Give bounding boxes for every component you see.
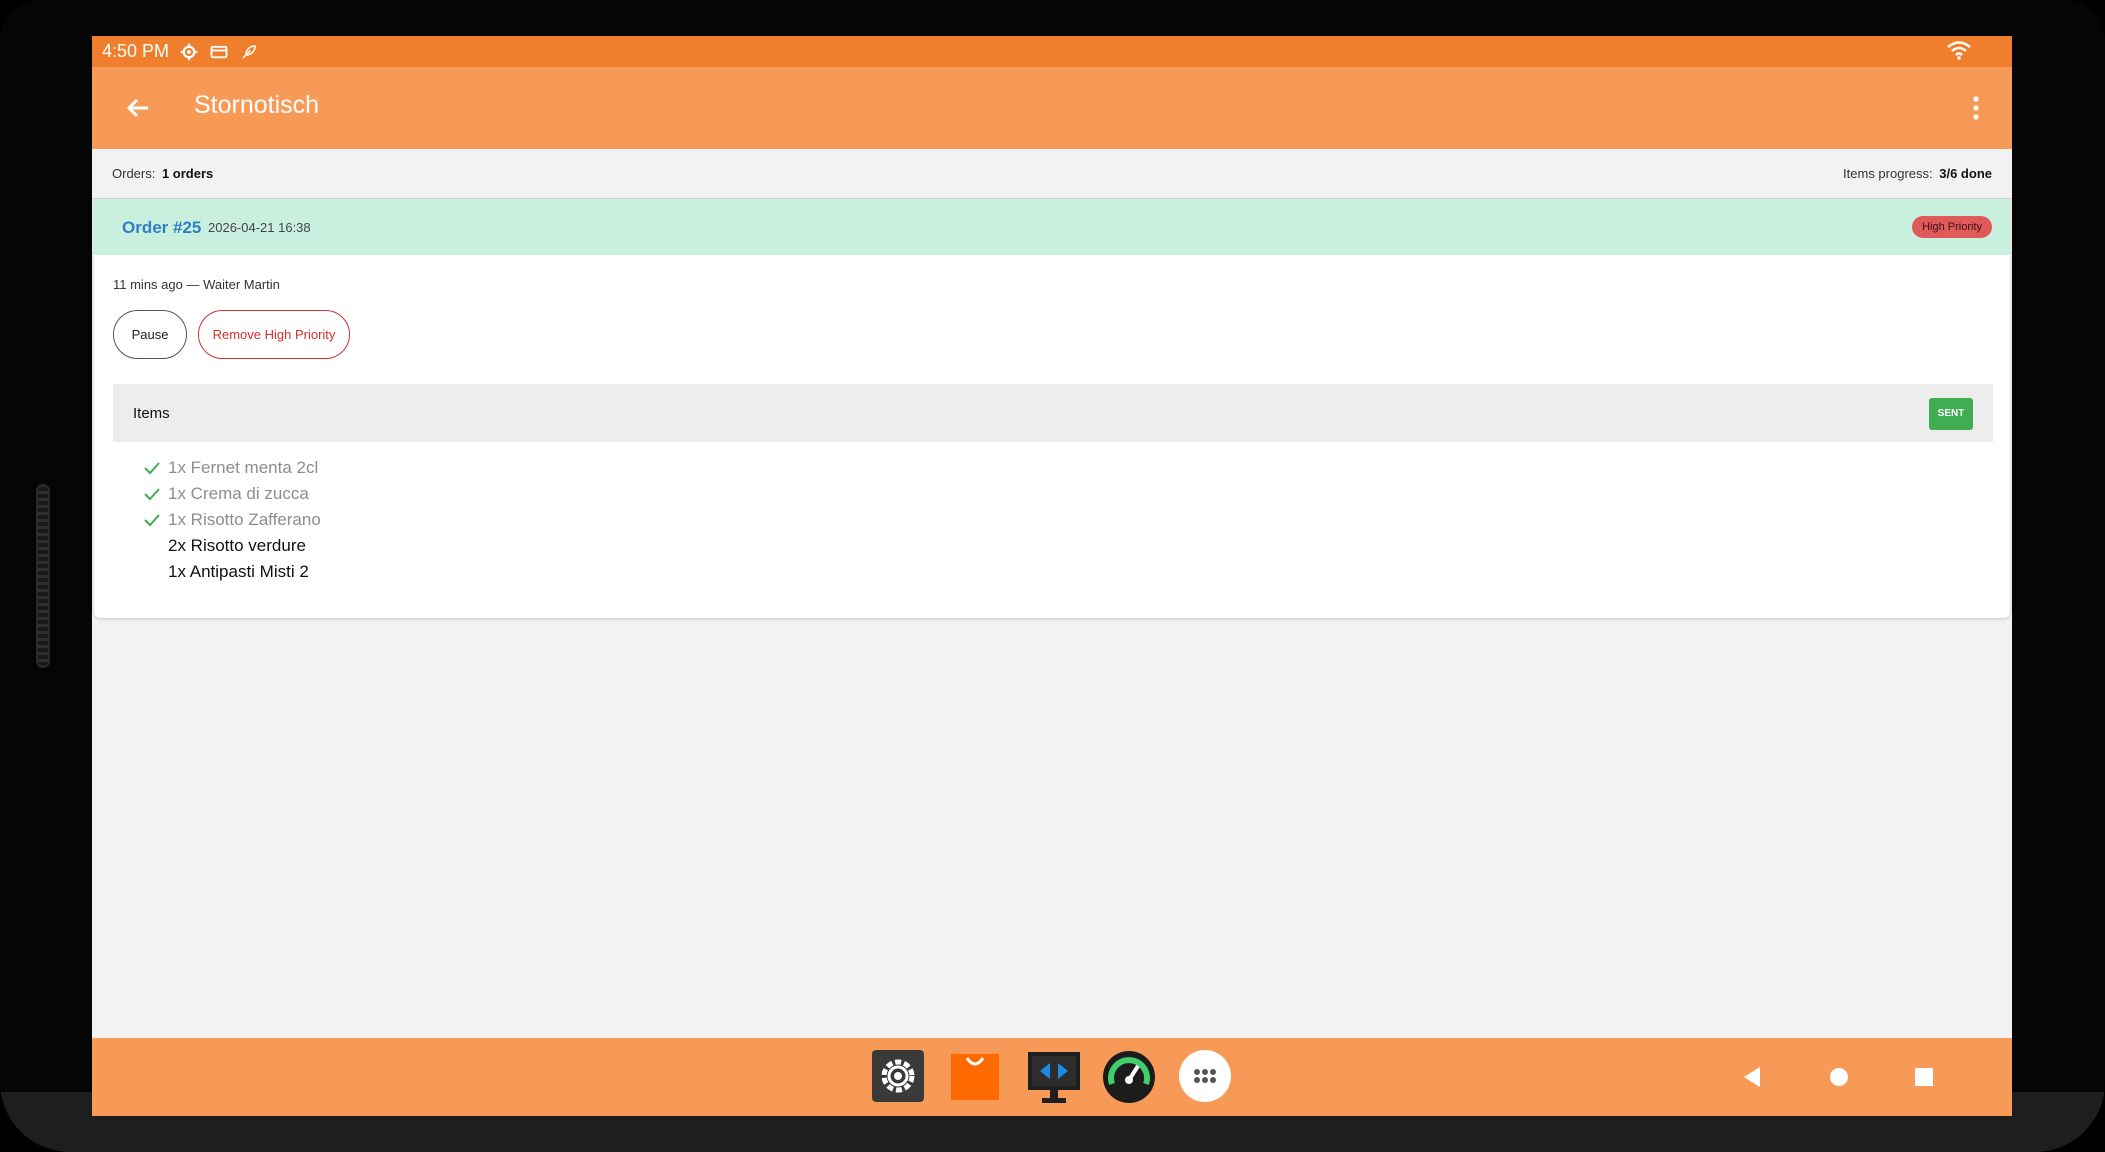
order-card: Order #25 2026-04-21 16:38 High Priority… bbox=[94, 199, 2010, 618]
check-icon bbox=[144, 511, 160, 529]
nav-back-icon[interactable] bbox=[1738, 1062, 1768, 1092]
remote-desktop-app-icon[interactable] bbox=[1026, 1050, 1080, 1103]
status-time: 4:50 PM bbox=[102, 41, 170, 61]
orders-count: Orders: 1 orders bbox=[112, 166, 213, 181]
list-item[interactable]: 2x Risotto verdure bbox=[94, 533, 2010, 559]
check-icon bbox=[144, 485, 160, 503]
page-title: Stornotisch bbox=[194, 91, 320, 119]
store-app-icon[interactable] bbox=[949, 1050, 1001, 1102]
app-bar: Stornotisch bbox=[92, 67, 2012, 149]
arrow-back-icon[interactable] bbox=[122, 92, 154, 124]
items-header: Items SENT bbox=[113, 384, 1993, 442]
orders-label: Orders: bbox=[112, 166, 156, 181]
progress-label: Items progress: bbox=[1843, 166, 1933, 181]
nav-recents-icon[interactable] bbox=[1909, 1062, 1939, 1092]
tablet-device-frame: 4:50 PM Stornotisch Orders: 1 orders Ite… bbox=[0, 0, 2105, 1152]
item-text: 1x Risotto Zafferano bbox=[168, 510, 321, 529]
remove-high-priority-button[interactable]: Remove High Priority bbox=[198, 310, 350, 359]
item-text: 1x Fernet menta 2cl bbox=[168, 458, 319, 477]
summary-bar: Orders: 1 orders Items progress: 3/6 don… bbox=[92, 149, 2012, 199]
status-bar: 4:50 PM bbox=[92, 36, 2012, 67]
sent-badge: SENT bbox=[1929, 398, 1973, 430]
speedometer-app-icon[interactable] bbox=[1102, 1050, 1155, 1103]
items-progress: Items progress: 3/6 done bbox=[1843, 166, 1992, 181]
settings-app-icon[interactable] bbox=[872, 1050, 924, 1102]
order-meta: 11 mins ago — Waiter Martin bbox=[113, 277, 280, 292]
app-drawer-icon[interactable] bbox=[1179, 1050, 1231, 1102]
navigation-bar bbox=[92, 1038, 2012, 1116]
orders-value: 1 orders bbox=[161, 166, 214, 181]
items-title: Items bbox=[133, 405, 170, 422]
feather-icon bbox=[239, 42, 259, 62]
item-text: 2x Risotto verdure bbox=[168, 536, 306, 555]
settings-gear-icon bbox=[179, 42, 199, 62]
order-date: 2026-04-21 16:38 bbox=[208, 220, 311, 235]
items-list: 1x Fernet menta 2cl 1x Crema di zucca 1x… bbox=[94, 455, 2010, 585]
list-item[interactable]: 1x Crema di zucca bbox=[94, 481, 2010, 507]
screen: 4:50 PM Stornotisch Orders: 1 orders Ite… bbox=[92, 36, 2012, 1116]
pause-button[interactable]: Pause bbox=[113, 310, 187, 359]
order-header: Order #25 2026-04-21 16:38 High Priority bbox=[94, 199, 2010, 255]
list-item[interactable]: 1x Antipasti Misti 2 bbox=[94, 559, 2010, 585]
check-icon bbox=[144, 459, 160, 477]
order-number[interactable]: Order #25 bbox=[122, 218, 201, 238]
item-text: 1x Crema di zucca bbox=[168, 484, 309, 503]
list-item[interactable]: 1x Fernet menta 2cl bbox=[94, 455, 2010, 481]
progress-value: 3/6 done bbox=[1939, 166, 1992, 181]
item-text: 1x Antipasti Misti 2 bbox=[168, 562, 309, 581]
more-vert-icon[interactable] bbox=[1970, 93, 1982, 123]
nav-home-icon[interactable] bbox=[1824, 1062, 1854, 1092]
device-side-button bbox=[36, 484, 50, 668]
list-item[interactable]: 1x Risotto Zafferano bbox=[94, 507, 2010, 533]
wifi-icon bbox=[1946, 40, 1972, 65]
priority-badge: High Priority bbox=[1912, 216, 1992, 238]
card-icon bbox=[209, 42, 229, 62]
